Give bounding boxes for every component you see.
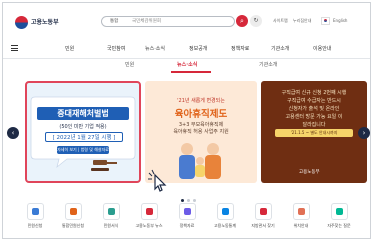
document-icon xyxy=(26,203,44,220)
search-input[interactable]: 통합 국민체감위원회 xyxy=(101,16,235,27)
mouse-cursor-icon xyxy=(148,169,167,192)
location-icon xyxy=(292,203,310,220)
english-link[interactable]: English xyxy=(333,18,347,23)
quick-item-label: 민원서식 xyxy=(103,223,119,228)
gnb-item-participation[interactable]: 국민참여 xyxy=(107,45,125,52)
quick-item-label: 위치안내 xyxy=(293,223,309,228)
gavel-icon xyxy=(91,160,117,171)
slide-line: 고용센터 방문 가능 요일 이 xyxy=(285,114,343,120)
quick-item-label: 고용노동부 뉴스 xyxy=(135,223,163,228)
pagination-dot[interactable] xyxy=(193,199,196,202)
guide-link[interactable]: 누리집안내 xyxy=(293,18,311,24)
tab-civil[interactable]: 민원 xyxy=(125,61,134,68)
page-frame: 고용노동부 통합 국민체감위원회 ⌕ ↻ 사이트맵 누리집안내 English … xyxy=(2,2,371,239)
gnb-item-news[interactable]: 뉴스·소식 xyxy=(145,45,165,52)
slide-line: 육아휴직 허용 사업주 지원 xyxy=(173,129,229,135)
quick-item[interactable]: 통합민원신청 xyxy=(53,203,93,229)
site-header: 고용노동부 통합 국민체감위원회 ⌕ ↻ 사이트맵 누리집안내 English xyxy=(3,3,370,41)
quick-item[interactable]: 고용노동통계 xyxy=(205,203,245,229)
quick-item[interactable]: 위치안내 xyxy=(281,203,321,229)
map-icon xyxy=(254,203,272,220)
quick-item-label: 정책자료 xyxy=(179,223,195,228)
gnb-item-guide[interactable]: 이용안내 xyxy=(313,45,331,52)
view-detail-button[interactable]: 자세히 보기 | 법령 및 해설자료 xyxy=(57,146,109,154)
gnb-item-policy[interactable]: 정책자료 xyxy=(231,45,249,52)
slide-line: 구직급여 수급자는 반드시 xyxy=(287,98,341,104)
search-scope-select[interactable]: 통합 xyxy=(110,18,118,24)
pagination-dot[interactable] xyxy=(187,199,190,202)
ministry-logo-icon[interactable] xyxy=(15,16,28,29)
banner-slide-job-seeking[interactable]: 구직급여 신규 신청 2번째 시행 구직급여 수급자는 반드시 신청자가 출석 … xyxy=(261,81,367,183)
gnb-item-about[interactable]: 기관소개 xyxy=(271,45,289,52)
news-icon xyxy=(140,203,158,220)
stats-icon xyxy=(216,203,234,220)
slide-title: 육아휴직제도 xyxy=(174,109,228,120)
quick-item-label: 통합민원신청 xyxy=(61,223,85,228)
tab-news[interactable]: 뉴스·소식 xyxy=(177,61,197,68)
quick-item[interactable]: 민원서식 xyxy=(91,203,131,229)
korea-flag-icon xyxy=(321,17,330,25)
chevron-right-icon[interactable]: › xyxy=(358,127,370,139)
form-icon xyxy=(64,203,82,220)
slide-eyebrow: '21년 새롭게 변경되는 xyxy=(177,98,225,104)
quick-item[interactable]: 지방관서 찾기 xyxy=(243,203,283,229)
quick-item[interactable]: 고용노동부 뉴스 xyxy=(129,203,169,229)
quick-menu: 민원신청 통합민원신청 민원서식 고용노동부 뉴스 정책자료 고용노동통계 지방… xyxy=(3,203,370,238)
question-icon xyxy=(330,203,348,220)
search-icon[interactable]: ⌕ xyxy=(236,15,248,27)
quick-item-label: 지방관서 찾기 xyxy=(251,223,275,228)
quick-item-label: 자주찾는 질문 xyxy=(327,223,351,228)
sitemap-link[interactable]: 사이트맵 xyxy=(273,18,288,24)
gnb-item-civil[interactable]: 민원 xyxy=(65,45,74,52)
slide-title: 중대재해처벌법 xyxy=(37,107,129,120)
slide-date: '21.1.5 ~ 별도 안내시까지 xyxy=(275,129,353,137)
active-tab-indicator xyxy=(171,71,211,73)
chart-icon xyxy=(178,203,196,220)
quick-item[interactable]: 정책자료 xyxy=(167,203,207,229)
banner-slide-serious-accident[interactable]: 중대재해처벌법 (50인 미만 기업 적용) [ 2022년 1월 27일 시행… xyxy=(25,81,141,183)
search-placeholder: 국민체감위원회 xyxy=(132,19,161,24)
quick-item-label: 민원신청 xyxy=(27,223,43,228)
banner-carousel: ‹ 중대재해처벌법 (50인 미만 기업 적용) [ 2022년 1월 27일 … xyxy=(3,75,370,202)
refresh-icon[interactable]: ↻ xyxy=(250,15,262,27)
quick-item[interactable]: 민원신청 xyxy=(15,203,55,229)
quick-item-label: 고용노동통계 xyxy=(213,223,237,228)
slide-date: [ 2022년 1월 27일 시행 ] xyxy=(45,132,123,142)
ministry-logo-text[interactable]: 고용노동부 xyxy=(31,17,59,26)
banner-slide-parental-leave[interactable]: '21년 새롭게 변경되는 육아휴직제도 3+3 부모육아휴직제 육아휴직 허용… xyxy=(145,81,257,183)
file-icon xyxy=(102,203,120,220)
tab-about[interactable]: 기관소개 xyxy=(259,61,277,68)
slide-subtitle: (50인 미만 기업 적용) xyxy=(59,124,107,130)
hamburger-icon[interactable] xyxy=(11,45,18,51)
pagination-dot[interactable] xyxy=(181,199,184,202)
slide-logo-text: 고용노동부 xyxy=(299,170,320,175)
gnb-item-disclosure[interactable]: 정보공개 xyxy=(189,45,207,52)
main-navigation: 민원 국민참여 뉴스·소식 정보공개 정책자료 기관소개 이용안내 xyxy=(3,41,370,59)
sub-tabs: 민원 뉴스·소식 기관소개 xyxy=(3,59,370,73)
quick-item[interactable]: 자주찾는 질문 xyxy=(319,203,359,229)
slide-line: 달라집니다 xyxy=(302,122,326,128)
slide-line: 3+3 부모육아휴직제 xyxy=(178,122,224,128)
slide-line: 신청자가 출석 및 온라인 xyxy=(288,106,340,112)
family-illustration-icon xyxy=(179,143,221,179)
chevron-left-icon[interactable]: ‹ xyxy=(7,127,19,139)
slide-line: 구직급여 신규 신청 2번째 시행 xyxy=(281,90,347,96)
